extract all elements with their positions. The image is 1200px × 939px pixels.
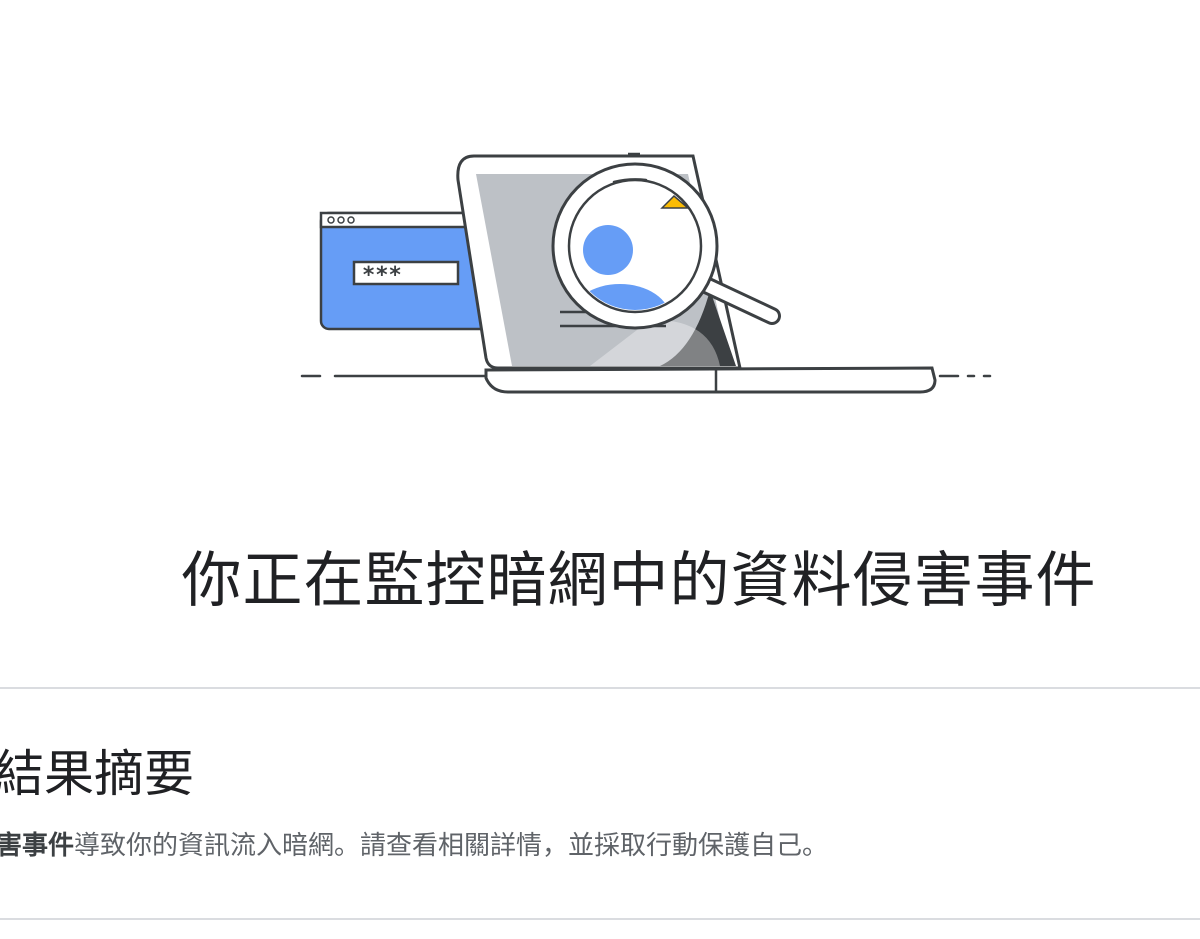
section-divider-bottom <box>0 918 1200 920</box>
dark-web-monitoring-illustration: *** <box>290 140 1010 410</box>
summary-description: 害事件導致你的資訊流入暗網。請查看相關詳情，並採取行動保護自己。 <box>0 826 828 866</box>
summary-highlight: 害事件 <box>0 831 75 861</box>
password-mask-text: *** <box>362 263 402 288</box>
summary-heading: 結果摘要 <box>0 745 194 803</box>
page-title: 你正在監控暗網中的資料侵害事件 <box>181 546 1097 616</box>
section-divider-top <box>0 687 1200 689</box>
laptop-magnifier-illustration: *** <box>300 152 992 394</box>
summary-text: 導致你的資訊流入暗網。請查看相關詳情，並採取行動保護自己。 <box>74 831 829 861</box>
